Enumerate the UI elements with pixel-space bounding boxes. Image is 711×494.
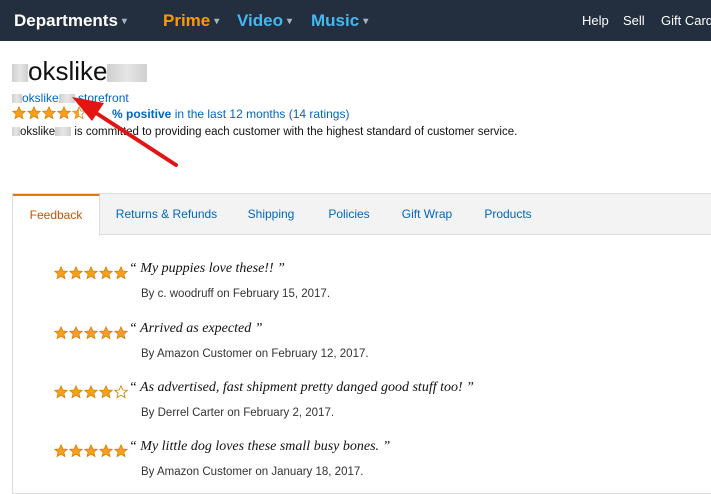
feedback-rating-stars <box>54 385 129 399</box>
redaction-block <box>55 127 72 137</box>
tab-gift-wrap[interactable]: Gift Wrap <box>396 194 458 235</box>
seller-rating-row <box>12 106 87 122</box>
prime-label: Prime <box>163 11 211 30</box>
gift-cards-link[interactable]: Gift Cards <box>661 0 711 41</box>
star-full-icon <box>54 444 68 458</box>
chevron-down-icon: ▾ <box>363 16 369 27</box>
star-full-icon <box>57 106 71 120</box>
feedback-rating-stars <box>54 266 129 280</box>
storefront-name-visible: okslike <box>22 91 59 105</box>
music-menu[interactable]: Music ▾ <box>311 0 368 41</box>
feedback-quote: “ Arrived as expected ” <box>129 321 263 336</box>
commit-seller-visible: okslike <box>20 126 56 138</box>
tab-returns-refunds[interactable]: Returns & Refunds <box>109 194 224 235</box>
star-full-icon <box>27 106 41 120</box>
feedback-item: “ My puppies love these!! ” By c. woodru… <box>13 258 711 318</box>
star-full-icon <box>99 444 113 458</box>
feedback-item: “ Arrived as expected ” By Amazon Custom… <box>13 318 711 378</box>
feedback-quote: “ As advertised, fast shipment pretty da… <box>129 380 474 395</box>
star-full-icon <box>114 266 128 280</box>
star-empty-icon <box>114 385 128 399</box>
star-full-icon <box>99 385 113 399</box>
feedback-author-date: By Amazon Customer on February 12, 2017. <box>141 348 369 360</box>
star-full-icon <box>69 385 83 399</box>
redaction-block <box>12 94 22 104</box>
chevron-down-icon: ▾ <box>121 16 127 27</box>
departments-menu[interactable]: Departments ▾ <box>14 0 127 41</box>
top-nav-bar: Departments ▾ Prime ▾ Video ▾ Music ▾ Help S… <box>0 0 711 41</box>
feedback-item: “ My little dog loves these small busy b… <box>13 436 711 494</box>
feedback-quote: “ My puppies love these!! ” <box>129 261 285 276</box>
feedback-author-date: By Derrel Carter on February 2, 2017. <box>141 407 335 419</box>
feedback-author-date: By Amazon Customer on January 18, 2017. <box>141 466 364 478</box>
star-full-icon <box>69 266 83 280</box>
star-full-icon <box>114 444 128 458</box>
storefront-label: storefront <box>78 91 129 105</box>
seller-info-panel: Feedback Returns & Refunds Shipping Poli… <box>12 193 711 494</box>
prime-menu[interactable]: Prime ▾ <box>163 0 219 41</box>
star-full-icon <box>114 326 128 340</box>
tab-feedback[interactable]: Feedback <box>13 194 100 236</box>
star-full-icon <box>69 444 83 458</box>
star-full-icon <box>99 326 113 340</box>
redaction-block <box>58 94 75 104</box>
chevron-down-icon: ▾ <box>286 16 293 27</box>
redaction-block <box>12 64 28 83</box>
feedback-quote: “ My little dog loves these small busy b… <box>129 439 391 454</box>
commitment-statement: okslike is committed to providing each c… <box>12 126 517 138</box>
tab-products[interactable]: Products <box>479 194 537 235</box>
rating-period-text: in the last 12 months (14 ratings) <box>171 107 350 121</box>
star-full-icon <box>84 326 98 340</box>
feedback-rating-stars <box>54 444 129 458</box>
music-label: Music <box>311 11 360 30</box>
sell-link[interactable]: Sell <box>623 0 645 41</box>
chevron-down-icon: ▾ <box>214 16 220 27</box>
video-label: Video <box>237 11 283 30</box>
seller-name-visible: okslike <box>28 56 108 86</box>
star-full-icon <box>99 266 113 280</box>
star-full-icon <box>69 326 83 340</box>
help-link[interactable]: Help <box>582 0 609 41</box>
tab-shipping[interactable]: Shipping <box>241 194 301 235</box>
feedback-author-date: By c. woodruff on February 15, 2017. <box>141 288 331 300</box>
star-full-icon <box>84 266 98 280</box>
tab-policies[interactable]: Policies <box>321 194 377 235</box>
star-half-icon <box>72 106 86 120</box>
rating-positive-text: % positive <box>112 107 172 121</box>
star-full-icon <box>54 266 68 280</box>
seller-rating-link[interactable]: % positive in the last 12 months (14 rat… <box>112 107 349 121</box>
video-menu[interactable]: Video ▾ <box>237 0 292 41</box>
feedback-rating-stars <box>54 326 129 340</box>
departments-label: Departments <box>14 11 118 30</box>
star-full-icon <box>84 385 98 399</box>
seller-name: okslike <box>12 56 148 87</box>
commit-text: is committed to providing each customer … <box>74 126 518 138</box>
star-full-icon <box>54 326 68 340</box>
star-full-icon <box>84 444 98 458</box>
seller-rating-stars <box>12 106 87 123</box>
star-full-icon <box>12 106 26 120</box>
star-full-icon <box>42 106 56 120</box>
feedback-item: “ As advertised, fast shipment pretty da… <box>13 377 711 437</box>
seller-tabs: Feedback Returns & Refunds Shipping Poli… <box>13 194 711 236</box>
storefront-link[interactable]: okslike storefront <box>12 91 129 105</box>
redaction-block <box>12 127 20 137</box>
redaction-block <box>107 64 148 83</box>
star-full-icon <box>54 385 68 399</box>
